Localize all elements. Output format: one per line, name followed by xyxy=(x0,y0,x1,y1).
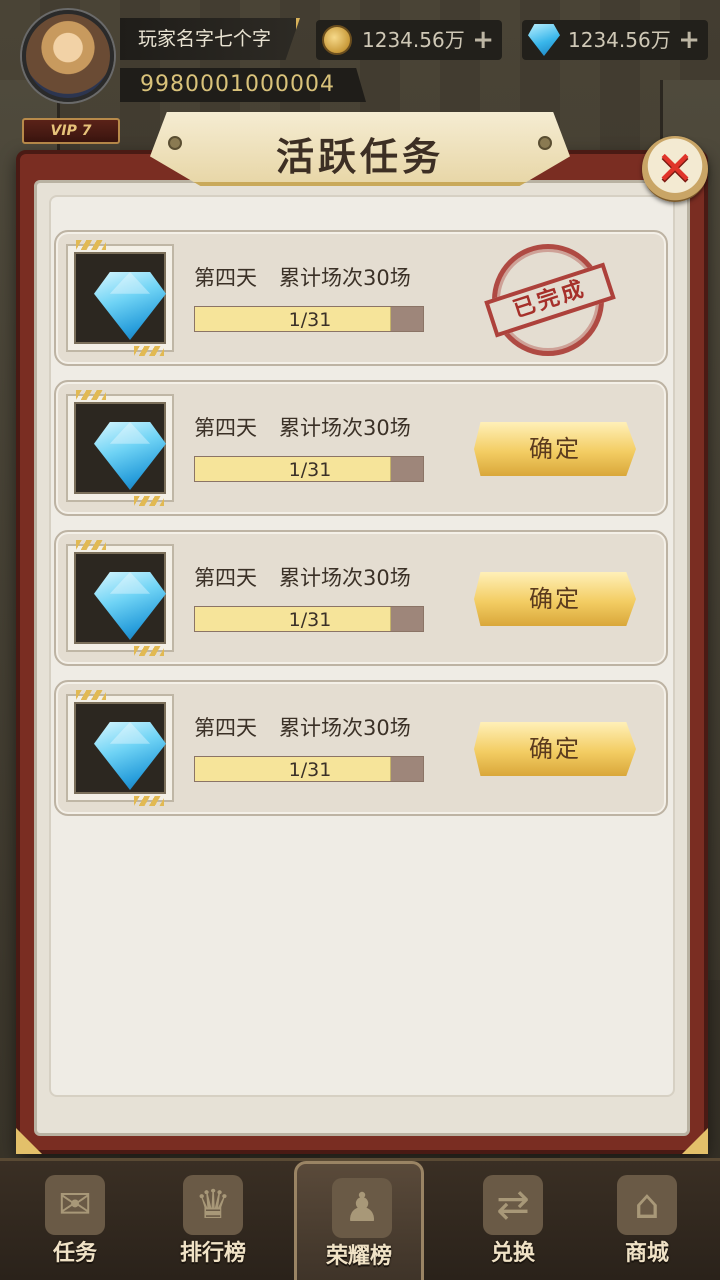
corner-ornament-right xyxy=(682,1128,708,1154)
completed-stamp: 已完成 xyxy=(484,244,616,356)
nav-item-tasks[interactable]: ✉ 任务 xyxy=(10,1161,140,1280)
task-description: 第四天 累计场次30场 xyxy=(194,412,411,442)
confirm-button[interactable]: 确定 xyxy=(474,722,636,776)
task-description: 第四天 累计场次30场 xyxy=(194,562,411,592)
reward-slot[interactable] xyxy=(66,390,174,506)
diamond-icon xyxy=(94,572,166,640)
nav-item-shop[interactable]: ⌂ 商城 xyxy=(582,1161,712,1280)
vip-badge: VIP 7 xyxy=(22,118,120,144)
nav-label: 荣耀榜 xyxy=(325,1244,392,1269)
nav-label: 兑换 xyxy=(490,1241,535,1266)
progress-text: 1/31 xyxy=(288,759,332,781)
exchange-icon: ⇄ xyxy=(483,1175,543,1235)
scroll-icon: ✉ xyxy=(45,1175,105,1235)
coin-icon xyxy=(322,25,352,55)
gem-value: 1234.56万 xyxy=(568,28,671,52)
nav-label: 排行榜 xyxy=(179,1241,246,1266)
progress-bar: 1/31 xyxy=(194,456,424,482)
progress-text: 1/31 xyxy=(288,309,332,331)
task-description: 第四天 累计场次30场 xyxy=(194,712,411,742)
nav-label: 任务 xyxy=(52,1241,97,1266)
close-button[interactable]: ✕ xyxy=(642,136,708,202)
nav-item-leaderboard[interactable]: ♛ 排行榜 xyxy=(148,1161,278,1280)
reward-slot[interactable] xyxy=(66,690,174,806)
gem-icon xyxy=(528,24,560,56)
nav-label: 商城 xyxy=(624,1241,669,1266)
task-row: 第四天 累计场次30场 1/31 已完成 xyxy=(54,230,668,366)
add-coins-button[interactable]: + xyxy=(472,20,494,60)
task-day: 第四天 xyxy=(194,266,257,290)
coin-counter: 1234.56万 + xyxy=(316,20,502,60)
reward-slot[interactable] xyxy=(66,240,174,356)
dialog-title-banner: 活跃任务 xyxy=(150,112,570,186)
nav-item-exchange[interactable]: ⇄ 兑换 xyxy=(448,1161,578,1280)
top-bar: 玩家名字七个字 9980001000004 VIP 7 1234.56万 + 1… xyxy=(0,0,720,144)
add-gems-button[interactable]: + xyxy=(678,20,700,60)
task-row: 第四天 累计场次30场 1/31 确定 xyxy=(54,680,668,816)
completed-stamp-label: 已完成 xyxy=(484,262,616,338)
player-name: 玩家名字七个字 xyxy=(120,18,300,60)
progress-bar: 1/31 xyxy=(194,606,424,632)
coin-value: 1234.56万 xyxy=(362,28,465,52)
close-icon: ✕ xyxy=(655,141,695,195)
player-id: 9980001000004 xyxy=(120,68,366,102)
dialog-title: 活跃任务 xyxy=(275,135,444,179)
reward-slot[interactable] xyxy=(66,540,174,656)
shop-icon: ⌂ xyxy=(617,1175,677,1235)
progress-bar: 1/31 xyxy=(194,756,424,782)
nav-item-honor-board[interactable]: ♟ 荣耀榜 xyxy=(294,1161,424,1280)
task-day: 第四天 xyxy=(194,416,257,440)
task-requirement: 累计场次30场 xyxy=(279,716,411,740)
progress-bar: 1/31 xyxy=(194,306,424,332)
task-requirement: 累计场次30场 xyxy=(279,266,411,290)
task-row: 第四天 累计场次30场 1/31 确定 xyxy=(54,530,668,666)
avatar[interactable] xyxy=(22,10,114,102)
task-requirement: 累计场次30场 xyxy=(279,416,411,440)
gem-counter: 1234.56万 + xyxy=(522,20,708,60)
confirm-button[interactable]: 确定 xyxy=(474,422,636,476)
task-description: 第四天 累计场次30场 xyxy=(194,262,411,292)
task-day: 第四天 xyxy=(194,716,257,740)
trophy-icon: ♛ xyxy=(183,1175,243,1235)
task-row: 第四天 累计场次30场 1/31 确定 xyxy=(54,380,668,516)
diamond-icon xyxy=(94,722,166,790)
people-icon: ♟ xyxy=(332,1178,392,1238)
diamond-icon xyxy=(94,272,166,340)
corner-ornament-left xyxy=(16,1128,42,1154)
diamond-icon xyxy=(94,422,166,490)
confirm-button[interactable]: 确定 xyxy=(474,572,636,626)
progress-text: 1/31 xyxy=(288,609,332,631)
task-requirement: 累计场次30场 xyxy=(279,566,411,590)
progress-text: 1/31 xyxy=(288,459,332,481)
bottom-nav: ✉ 任务 ♛ 排行榜 ♟ 荣耀榜 ⇄ 兑换 ⌂ 商城 xyxy=(0,1158,720,1280)
task-day: 第四天 xyxy=(194,566,257,590)
